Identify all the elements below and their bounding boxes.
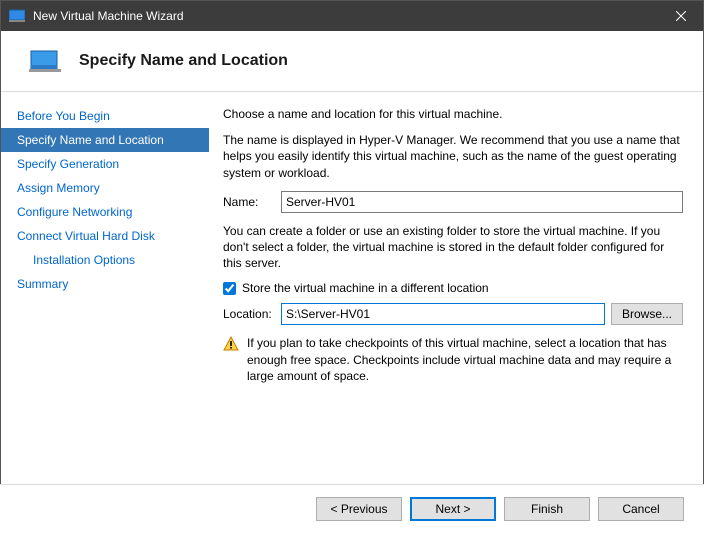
app-icon xyxy=(9,8,25,24)
next-button[interactable]: Next > xyxy=(410,497,496,521)
location-input[interactable] xyxy=(281,303,605,325)
cancel-button[interactable]: Cancel xyxy=(598,497,684,521)
wizard-header: Specify Name and Location xyxy=(1,31,703,92)
location-description: You can create a folder or use an existi… xyxy=(223,223,683,272)
warning-text: If you plan to take checkpoints of this … xyxy=(247,335,683,384)
finish-button[interactable]: Finish xyxy=(504,497,590,521)
location-label: Location: xyxy=(223,307,281,321)
step-assign-memory[interactable]: Assign Memory xyxy=(1,176,209,200)
name-input[interactable] xyxy=(281,191,683,213)
wizard-content: Choose a name and location for this virt… xyxy=(209,92,703,512)
titlebar: New Virtual Machine Wizard xyxy=(1,1,703,31)
window-title: New Virtual Machine Wizard xyxy=(33,9,658,23)
header-icon xyxy=(29,49,61,73)
intro-text: Choose a name and location for this virt… xyxy=(223,106,683,122)
browse-button[interactable]: Browse... xyxy=(611,303,683,325)
step-specify-generation[interactable]: Specify Generation xyxy=(1,152,209,176)
close-button[interactable] xyxy=(658,1,703,31)
page-title: Specify Name and Location xyxy=(79,52,288,70)
store-checkbox-label: Store the virtual machine in a different… xyxy=(242,281,489,295)
warning-icon xyxy=(223,336,239,352)
close-icon xyxy=(676,11,686,21)
store-different-location-checkbox[interactable] xyxy=(223,282,236,295)
step-summary[interactable]: Summary xyxy=(1,272,209,296)
wizard-footer: < Previous Next > Finish Cancel xyxy=(0,484,704,533)
previous-button[interactable]: < Previous xyxy=(316,497,402,521)
step-connect-vhd[interactable]: Connect Virtual Hard Disk xyxy=(1,224,209,248)
wizard-steps-sidebar: Before You Begin Specify Name and Locati… xyxy=(1,92,209,512)
name-description: The name is displayed in Hyper-V Manager… xyxy=(223,132,683,181)
step-specify-name-location[interactable]: Specify Name and Location xyxy=(1,128,209,152)
step-installation-options[interactable]: Installation Options xyxy=(1,248,209,272)
step-before-you-begin[interactable]: Before You Begin xyxy=(1,104,209,128)
name-label: Name: xyxy=(223,195,281,209)
step-configure-networking[interactable]: Configure Networking xyxy=(1,200,209,224)
